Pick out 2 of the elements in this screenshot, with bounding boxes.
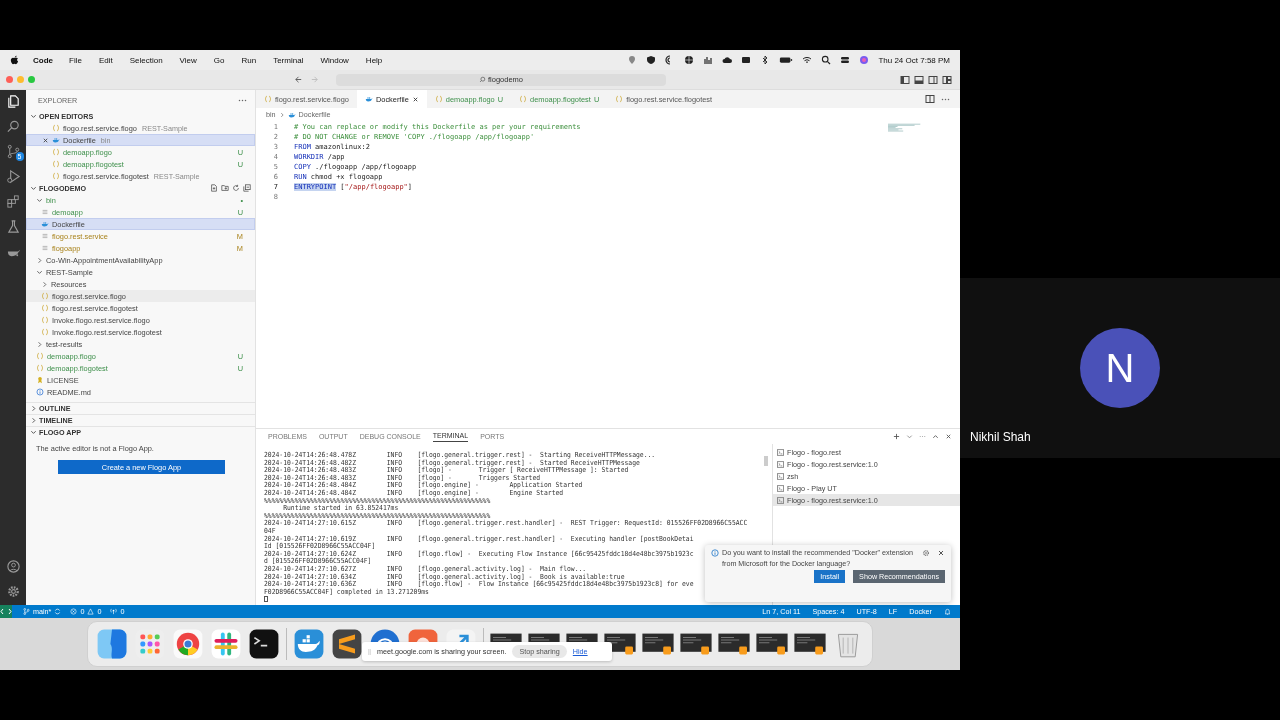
avatar: N bbox=[1080, 328, 1160, 408]
participant-name: Nikhil Shah bbox=[970, 430, 1031, 444]
